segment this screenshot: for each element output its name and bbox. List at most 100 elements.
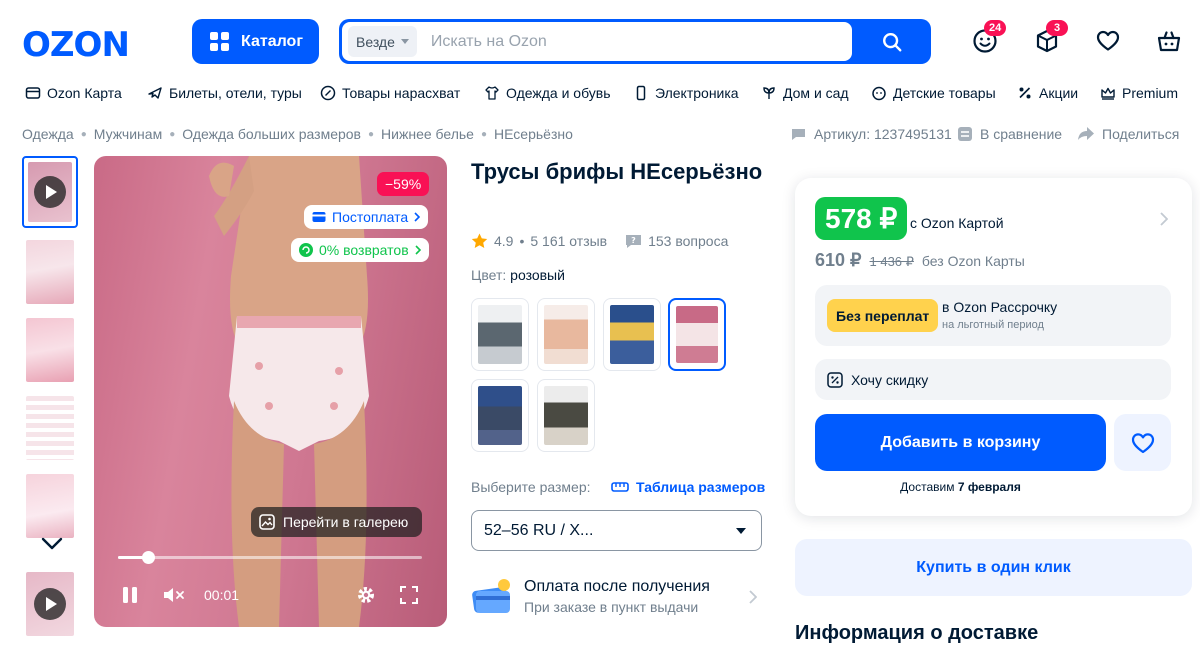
share-button[interactable]: Поделиться bbox=[1077, 126, 1179, 142]
chevron-right-icon[interactable] bbox=[1160, 212, 1168, 226]
installment-block[interactable]: Без переплат в Ozon Рассрочку на льготны… bbox=[815, 285, 1171, 346]
clothes-icon bbox=[485, 86, 499, 100]
article-number[interactable]: Артикул: 1237495131 bbox=[790, 126, 952, 142]
star-icon bbox=[471, 233, 488, 248]
size-table-link[interactable]: Таблица размеров bbox=[611, 479, 765, 495]
orders-badge: 3 bbox=[1046, 20, 1068, 36]
settings-button[interactable] bbox=[356, 583, 376, 607]
questions-count[interactable]: 153 вопроса bbox=[648, 233, 728, 249]
fullscreen-button[interactable] bbox=[399, 583, 419, 607]
nav-electronics[interactable]: Электроника bbox=[633, 80, 739, 106]
favorites-button[interactable] bbox=[1095, 28, 1121, 54]
search-input[interactable] bbox=[430, 32, 831, 51]
heart-icon bbox=[1096, 30, 1120, 51]
breadcrumb-item[interactable]: Одежда больших размеров bbox=[182, 126, 361, 142]
nav-label: Детские товары bbox=[893, 85, 996, 101]
breadcrumb: Одежда ● Мужчинам ● Одежда больших разме… bbox=[22, 126, 573, 142]
video-progress[interactable] bbox=[118, 551, 422, 564]
thumbnail-image bbox=[26, 474, 74, 538]
returns-label: 0% возвратов bbox=[319, 242, 409, 258]
nav-hot-goods[interactable]: Товары нарасхват bbox=[320, 80, 460, 106]
question-icon: ? bbox=[626, 234, 642, 248]
color-swatch[interactable] bbox=[537, 298, 595, 371]
thumbnail-video[interactable] bbox=[22, 156, 78, 228]
size-select[interactable]: 52–56 RU / X... bbox=[471, 510, 762, 551]
chevron-down-icon bbox=[400, 39, 409, 44]
color-swatch-selected[interactable] bbox=[668, 298, 726, 371]
nav-label: Дом и сад bbox=[783, 85, 849, 101]
buy-one-click-button[interactable]: Купить в один клик bbox=[795, 539, 1192, 596]
catalog-button[interactable]: Каталог bbox=[192, 19, 319, 64]
nav-promos[interactable]: Акции bbox=[1017, 80, 1078, 106]
card-icon bbox=[312, 212, 326, 222]
discount-icon bbox=[1019, 87, 1031, 99]
pay-subtitle: При заказе в пункт выдачи bbox=[524, 599, 699, 615]
nav-label: Электроника bbox=[655, 85, 739, 101]
postpay-label: Постоплата bbox=[332, 209, 409, 225]
thumbnail-item[interactable] bbox=[22, 470, 78, 542]
compare-button[interactable]: В сравнение bbox=[957, 126, 1062, 142]
installment-title: в Ozon Рассрочку bbox=[942, 299, 1058, 315]
dot-separator: ● bbox=[368, 128, 375, 140]
search-scope-dropdown[interactable]: Везде bbox=[348, 26, 417, 57]
nav-ozon-card[interactable]: Ozon Карта bbox=[25, 80, 122, 106]
breadcrumb-item[interactable]: НЕсерьёзно bbox=[494, 126, 573, 142]
orders-button[interactable]: 3 bbox=[1034, 20, 1068, 54]
nav-kids[interactable]: Детские товары bbox=[871, 80, 996, 106]
mute-button[interactable] bbox=[163, 583, 185, 607]
article-label: Артикул: 1237495131 bbox=[814, 126, 952, 142]
nav-tickets[interactable]: Билеты, отели, туры bbox=[147, 80, 302, 106]
nav-home-garden[interactable]: Дом и сад bbox=[761, 80, 849, 106]
pay-on-delivery-info[interactable]: Оплата после получения При заказе в пунк… bbox=[471, 576, 761, 618]
gallery-icon bbox=[259, 514, 275, 530]
nav-label: Товары нарасхват bbox=[342, 85, 461, 101]
chevron-down-icon[interactable] bbox=[41, 537, 63, 551]
rating-row[interactable]: 4.9 • 5 161 отзыв ? 153 вопроса bbox=[471, 233, 728, 249]
breadcrumb-item[interactable]: Нижнее белье bbox=[381, 126, 474, 142]
add-to-favorites-button[interactable] bbox=[1114, 414, 1171, 471]
pause-button[interactable] bbox=[121, 583, 139, 607]
thumbnail-video[interactable] bbox=[22, 568, 78, 640]
phone-icon bbox=[636, 85, 646, 101]
breadcrumb-item[interactable]: Одежда bbox=[22, 126, 74, 142]
nav-clothes[interactable]: Одежда и обувь bbox=[484, 80, 611, 106]
thumbnail-item[interactable] bbox=[22, 392, 78, 464]
dot-separator: ● bbox=[80, 128, 87, 140]
delivery-info-heading: Информация о доставке bbox=[795, 622, 1039, 644]
color-swatch[interactable] bbox=[537, 379, 595, 452]
header: OZON Каталог Везде 24 3 bbox=[0, 0, 1200, 80]
search-bar: Везде bbox=[339, 19, 931, 64]
share-icon bbox=[1078, 127, 1094, 140]
returns-chip[interactable]: 0% возвратов bbox=[291, 238, 429, 262]
nav-premium[interactable]: Premium bbox=[1100, 80, 1178, 106]
old-price: 1 436 ₽ bbox=[869, 254, 914, 269]
color-swatch[interactable] bbox=[603, 298, 661, 371]
category-nav: Ozon Карта Билеты, отели, туры Товары на… bbox=[0, 80, 1200, 106]
price-with-card: 578 ₽ bbox=[815, 197, 908, 240]
ozon-logo[interactable]: OZON bbox=[22, 25, 130, 65]
color-swatch[interactable] bbox=[471, 379, 529, 452]
cart-button[interactable] bbox=[1156, 28, 1182, 54]
want-discount-button[interactable]: Хочу скидку bbox=[815, 359, 1171, 400]
breadcrumb-item[interactable]: Мужчинам bbox=[94, 126, 162, 142]
profile-button[interactable]: 24 bbox=[972, 20, 1007, 54]
search-scope-label: Везде bbox=[356, 33, 395, 50]
reviews-count[interactable]: 5 161 отзыв bbox=[530, 233, 607, 249]
add-to-cart-button[interactable]: Добавить в корзину bbox=[815, 414, 1106, 471]
thumbnail-image bbox=[26, 396, 74, 460]
delivery-date: Доставим 7 февраля bbox=[815, 480, 1106, 494]
baby-icon bbox=[872, 86, 886, 101]
open-gallery-button[interactable]: Перейти в галерею bbox=[251, 507, 422, 537]
thumbnail-item[interactable] bbox=[22, 314, 78, 386]
fullscreen-icon bbox=[400, 586, 418, 604]
compare-label: В сравнение bbox=[980, 126, 1063, 142]
dot-separator: ● bbox=[169, 128, 176, 140]
share-label: Поделиться bbox=[1102, 126, 1180, 142]
without-card-label: без Ozon Карты bbox=[921, 253, 1025, 269]
search-button[interactable] bbox=[853, 19, 931, 64]
thumbnail-item[interactable] bbox=[22, 236, 78, 308]
color-swatch[interactable] bbox=[471, 298, 529, 371]
discount-badge: −59% bbox=[377, 172, 430, 196]
postpay-chip[interactable]: Постоплата bbox=[304, 205, 429, 229]
nav-label: Акции bbox=[1039, 85, 1079, 101]
